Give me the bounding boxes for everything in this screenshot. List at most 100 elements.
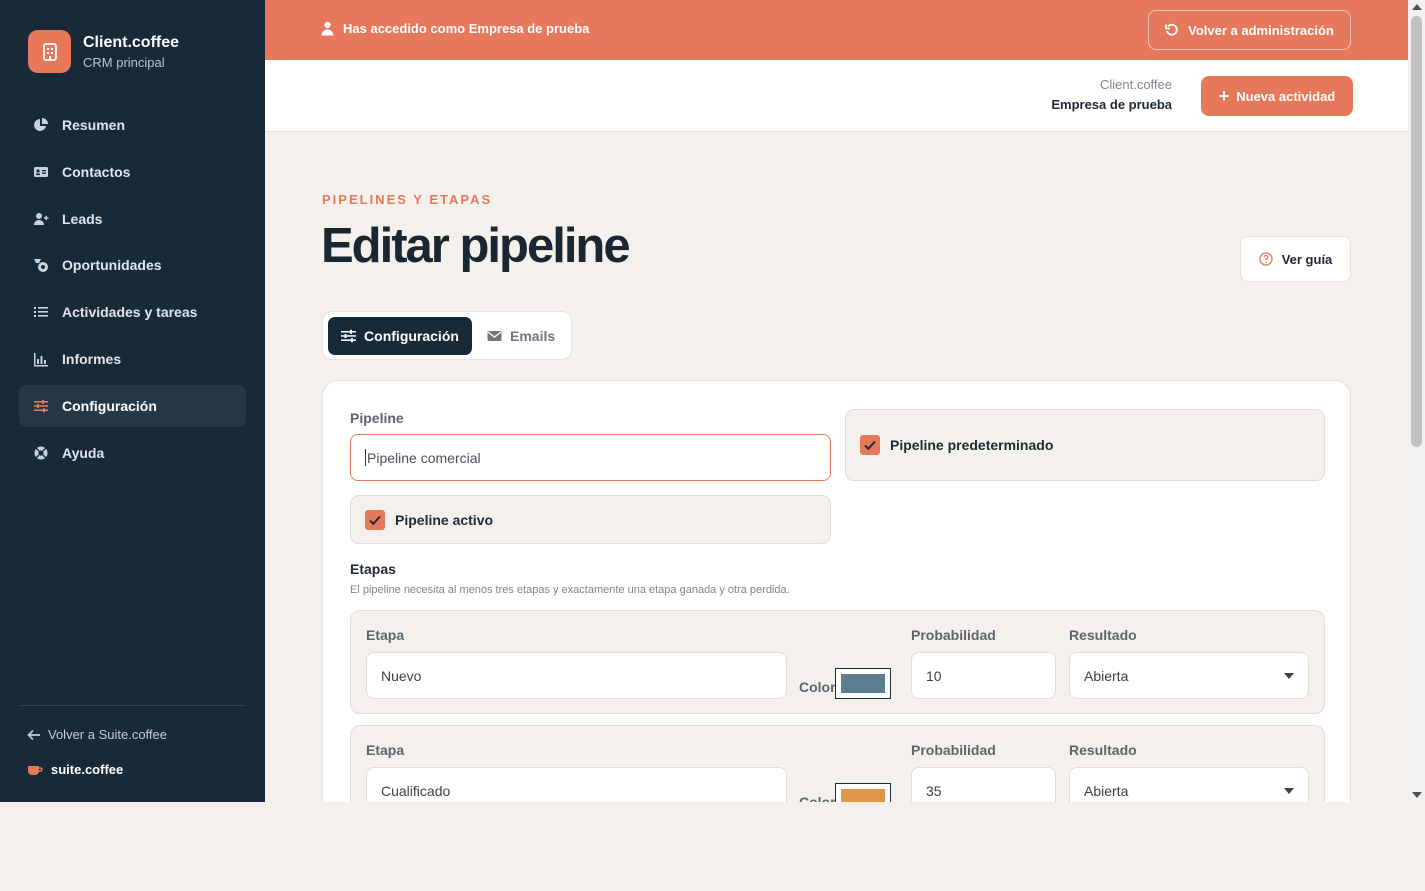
active-pipeline-checkbox[interactable]	[365, 509, 385, 530]
scroll-down-icon[interactable]	[1412, 792, 1422, 798]
probability-value: 35	[926, 782, 942, 799]
coins-icon	[34, 259, 48, 273]
sidebar: Client.coffee CRM principal Resumen Cont…	[0, 0, 265, 802]
sidebar-item-label: Actividades y tareas	[62, 304, 198, 321]
help-circle-icon	[1259, 252, 1273, 266]
page-title: Editar pipeline	[321, 219, 631, 273]
list-icon	[34, 307, 48, 318]
brand[interactable]: Client.coffee CRM principal	[28, 30, 179, 73]
back-to-suite-link[interactable]: Volver a Suite.coffee	[27, 727, 167, 742]
default-pipeline-checkbox[interactable]	[860, 435, 880, 455]
tab-label: Configuración	[364, 328, 459, 344]
result-select[interactable]: Abierta	[1069, 652, 1309, 699]
probability-input[interactable]: 35	[911, 767, 1056, 802]
page-eyebrow: PIPELINES Y ETAPAS	[322, 192, 493, 207]
scroll-up-icon[interactable]	[1412, 4, 1422, 10]
result-value: Abierta	[1084, 782, 1129, 799]
sidebar-item-leads[interactable]: Leads	[19, 198, 246, 240]
tab-bar: Configuración Emails	[322, 311, 572, 360]
sidebar-item-label: Configuración	[62, 397, 157, 414]
sidebar-item-ayuda[interactable]: Ayuda	[19, 432, 246, 474]
probability-input[interactable]: 10	[911, 652, 1056, 699]
result-label: Resultado	[1069, 742, 1137, 758]
stage-name-input[interactable]: Cualificado	[366, 767, 787, 802]
page-scrollbar[interactable]	[1408, 0, 1425, 802]
sidebar-item-configuracion[interactable]: Configuración	[19, 384, 246, 427]
sidebar-item-label: Ayuda	[62, 444, 105, 461]
sidebar-item-label: Leads	[62, 210, 103, 227]
pipeline-name-value: Pipeline comercial	[367, 449, 481, 466]
stage-name-label: Etapa	[366, 742, 405, 758]
result-value: Abierta	[1084, 667, 1129, 684]
new-activity-label: Nueva actividad	[1236, 88, 1336, 104]
stage-color-fill	[841, 789, 885, 802]
bar-chart-icon	[34, 352, 48, 367]
sidebar-item-label: Contactos	[62, 163, 131, 180]
pipeline-label: Pipeline	[350, 410, 404, 426]
company-app-name: Client.coffee	[1099, 77, 1172, 92]
default-pipeline-label: Pipeline predeterminado	[890, 437, 1054, 453]
sidebar-item-label: Oportunidades	[62, 257, 162, 274]
suite-coffee-logo[interactable]: suite.coffee	[27, 762, 123, 777]
sidebar-item-oportunidades[interactable]: Oportunidades	[19, 244, 246, 286]
stage-color-picker[interactable]	[835, 783, 891, 802]
back-to-admin-button[interactable]: Volver a administración	[1148, 10, 1351, 50]
building-icon	[28, 30, 71, 73]
active-pipeline-option[interactable]: Pipeline activo	[350, 495, 831, 544]
stage-name-label: Etapa	[366, 627, 405, 643]
stage-name-value: Cualificado	[381, 782, 451, 799]
stage-color-picker[interactable]	[835, 668, 891, 699]
pie-chart-icon	[34, 118, 48, 131]
check-icon	[369, 515, 381, 525]
scrollbar-thumb[interactable]	[1411, 16, 1422, 447]
banner-text: Has accedido como Empresa de prueba	[343, 21, 590, 36]
undo-icon	[1165, 23, 1178, 36]
view-guide-label: Ver guía	[1281, 251, 1333, 267]
stage-color-fill	[841, 674, 885, 693]
sidebar-item-resumen[interactable]: Resumen	[19, 104, 246, 146]
stage-name-input[interactable]: Nuevo	[366, 652, 787, 699]
back-to-admin-label: Volver a administración	[1188, 22, 1334, 38]
top-header: Client.coffee Empresa de prueba + Nueva …	[265, 60, 1408, 132]
envelope-icon	[487, 331, 502, 341]
new-activity-button[interactable]: + Nueva actividad	[1201, 76, 1353, 116]
probability-value: 10	[926, 667, 942, 684]
result-label: Resultado	[1069, 627, 1137, 643]
probability-label: Probabilidad	[911, 627, 996, 643]
tab-label: Emails	[510, 328, 556, 344]
default-pipeline-option[interactable]: Pipeline predeterminado	[845, 409, 1325, 481]
brand-name: Client.coffee	[83, 33, 180, 51]
sidebar-item-actividades[interactable]: Actividades y tareas	[19, 291, 246, 333]
view-guide-button[interactable]: Ver guía	[1240, 236, 1351, 282]
active-pipeline-label: Pipeline activo	[395, 511, 494, 528]
arrow-left-icon	[27, 729, 40, 740]
pipeline-form-card: Pipeline Pipeline comercial Pipeline pre…	[322, 380, 1351, 802]
stage-name-value: Nuevo	[381, 667, 422, 684]
stage-row: Etapa Probabilidad Resultado Nuevo Color…	[350, 610, 1325, 714]
tab-emails[interactable]: Emails	[487, 317, 555, 355]
user-plus-icon	[34, 212, 49, 225]
result-select[interactable]: Abierta	[1069, 767, 1309, 802]
check-icon	[864, 440, 876, 451]
sliders-icon	[34, 399, 48, 412]
sidebar-item-label: Resumen	[62, 117, 126, 133]
text-caret	[365, 449, 366, 466]
tab-configuracion[interactable]: Configuración	[328, 317, 472, 355]
stages-title: Etapas	[350, 561, 396, 577]
chevron-down-icon	[1284, 673, 1294, 679]
color-label: Color	[799, 794, 836, 802]
sidebar-divider	[19, 705, 246, 706]
address-card-icon	[34, 166, 48, 177]
color-label: Color	[799, 679, 836, 695]
sidebar-item-informes[interactable]: Informes	[19, 338, 246, 380]
sidebar-nav: Resumen Contactos Leads Oportunidades Ac…	[19, 104, 246, 478]
plus-icon: +	[1218, 86, 1230, 106]
user-icon	[321, 21, 334, 36]
back-to-suite-label: Volver a Suite.coffee	[48, 727, 168, 742]
sidebar-item-contactos[interactable]: Contactos	[19, 151, 246, 193]
company-name: Empresa de prueba	[1051, 97, 1172, 112]
coffee-cup-icon	[28, 765, 43, 775]
sliders-icon	[341, 329, 357, 343]
app-viewport: Client.coffee CRM principal Resumen Cont…	[0, 0, 1425, 802]
pipeline-name-input[interactable]: Pipeline comercial	[350, 434, 831, 481]
